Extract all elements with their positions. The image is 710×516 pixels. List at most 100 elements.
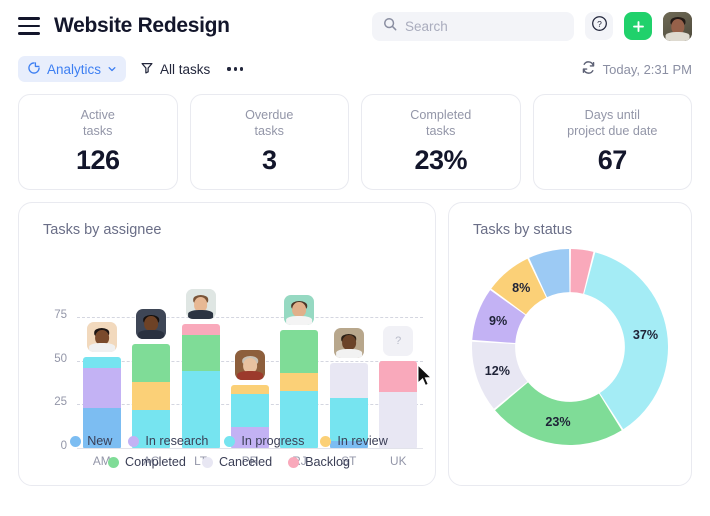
bar-group[interactable]	[225, 300, 274, 448]
legend-color-swatch	[224, 435, 236, 447]
panel-title-status: Tasks by status	[473, 222, 573, 238]
top-bar-actions: ?	[372, 11, 692, 41]
assignee-avatar[interactable]	[86, 322, 117, 353]
avatar[interactable]	[663, 11, 692, 41]
last-sync[interactable]: Today, 2:31 PM	[581, 60, 692, 78]
search-box[interactable]	[372, 11, 574, 41]
bar-segment-in-review[interactable]	[280, 373, 319, 391]
legend-label: In review	[337, 434, 388, 448]
assignee-avatar[interactable]	[234, 350, 265, 381]
stat-card-value: 67	[597, 144, 628, 175]
stacked-bar[interactable]	[181, 324, 220, 448]
bar-chart-bars: ?	[77, 289, 423, 448]
stat-card: Days until project due date 67	[532, 94, 692, 190]
legend-item-in-research[interactable]: In research	[128, 434, 208, 448]
bar-segment-backlog[interactable]	[379, 360, 418, 393]
more-horizontal-icon[interactable]	[224, 63, 246, 74]
legend-color-swatch	[288, 456, 300, 468]
legend-item-in-review[interactable]: In review	[320, 434, 388, 448]
help-button[interactable]: ?	[585, 12, 613, 40]
add-button[interactable]	[624, 12, 652, 40]
legend-label: In progress	[241, 434, 305, 448]
avatar-image	[234, 350, 265, 381]
stacked-bar[interactable]	[280, 329, 319, 448]
donut-chart: 37% 23% 12% 9% 8%	[449, 249, 691, 445]
legend-item-backlog[interactable]: Backlog	[288, 455, 350, 469]
view-selector-analytics[interactable]: Analytics	[18, 56, 127, 82]
legend-label: In research	[145, 434, 209, 448]
legend-item-new[interactable]: New	[70, 434, 112, 448]
analytics-pie-icon	[27, 61, 41, 78]
bar-group[interactable]	[126, 300, 175, 448]
bar-group[interactable]	[176, 289, 225, 448]
last-sync-label: Today, 2:31 PM	[602, 61, 692, 77]
assignee-avatar[interactable]: ?	[383, 325, 414, 356]
stat-card: Overdue tasks 3	[189, 94, 349, 190]
avatar-image	[136, 308, 167, 339]
bar-segment-in-progress[interactable]	[230, 394, 269, 428]
legend-color-swatch	[70, 435, 82, 447]
svg-text:?: ?	[597, 19, 602, 29]
stat-card: Completed tasks 23%	[361, 94, 521, 190]
legend-row: Completed Canceled Backlog	[37, 455, 421, 469]
refresh-icon	[581, 60, 596, 78]
y-axis-tick-label: 25	[54, 396, 67, 409]
bar-group[interactable]	[275, 294, 324, 448]
bar-segment-in-progress[interactable]	[82, 357, 121, 368]
filter-icon	[140, 61, 154, 78]
toolbar: Analytics All tasks Today, 2:31 PM	[0, 52, 710, 86]
stacked-bar[interactable]	[132, 343, 171, 448]
stat-card-label: Days until project due date	[567, 108, 658, 138]
donut-slice-label: 12%	[484, 363, 510, 378]
donut-slice-label: 9%	[488, 314, 508, 329]
top-bar: Website Redesign ?	[0, 0, 710, 52]
bar-group[interactable]: ?	[374, 300, 423, 448]
search-input[interactable]	[405, 18, 563, 34]
bar-segment-completed[interactable]	[132, 343, 171, 382]
bar-segment-canceled[interactable]	[329, 362, 368, 398]
assignee-avatar[interactable]	[136, 308, 167, 339]
bar-segment-in-review[interactable]	[132, 381, 171, 410]
stat-card-label: Completed tasks	[410, 108, 472, 138]
question-circle-icon: ?	[591, 15, 608, 37]
stat-card: Active tasks 126	[18, 94, 178, 190]
legend-color-swatch	[201, 456, 213, 468]
chart-panels: Tasks by assignee 0 25 50 75 ? AM AC LT PR RJ ST…	[0, 190, 710, 486]
legend-color-swatch	[128, 435, 140, 447]
avatar-image	[284, 294, 315, 325]
bar-group[interactable]	[77, 300, 126, 448]
legend-item-in-progress[interactable]: In progress	[224, 434, 304, 448]
assignee-avatar[interactable]	[185, 289, 216, 320]
legend-color-swatch	[108, 456, 120, 468]
panel-title-assignee: Tasks by assignee	[43, 222, 162, 238]
plus-icon	[631, 19, 646, 34]
bar-segment-in-review[interactable]	[230, 385, 269, 395]
stat-cards: Active tasks 126 Overdue tasks 3 Completed t…	[0, 86, 710, 190]
bar-segment-completed[interactable]	[280, 329, 319, 374]
stat-card-label: Overdue tasks	[245, 108, 294, 138]
panel-tasks-by-status: Tasks by status 37% 23% 12% 9% 8%	[448, 202, 692, 486]
filter-all-tasks[interactable]: All tasks	[140, 61, 210, 78]
stat-card-label: Active tasks	[80, 108, 115, 138]
avatar-image	[86, 322, 117, 353]
page-title: Website Redesign	[54, 14, 230, 37]
donut-slice-label: 8%	[512, 281, 531, 296]
assignee-avatar[interactable]	[284, 294, 315, 325]
legend-color-swatch	[320, 435, 332, 447]
y-axis-tick-label: 75	[54, 309, 67, 322]
search-icon	[383, 17, 397, 36]
legend-item-completed[interactable]: Completed	[108, 455, 186, 469]
stat-card-value: 126	[75, 144, 120, 175]
bar-segment-in-research[interactable]	[82, 367, 121, 408]
legend-row: New In research In progress In review	[37, 434, 421, 448]
assignee-avatar[interactable]	[333, 327, 364, 358]
hamburger-menu-icon[interactable]	[18, 17, 40, 35]
bar-segment-backlog[interactable]	[181, 324, 220, 335]
avatar-image	[185, 289, 216, 320]
bar-segment-completed[interactable]	[181, 334, 220, 372]
legend-item-canceled[interactable]: Canceled	[201, 455, 272, 469]
bar-group[interactable]	[324, 300, 373, 448]
donut-slice-label: 23%	[545, 415, 571, 430]
y-axis-tick-label: 50	[54, 352, 67, 365]
legend-label: New	[87, 434, 113, 448]
